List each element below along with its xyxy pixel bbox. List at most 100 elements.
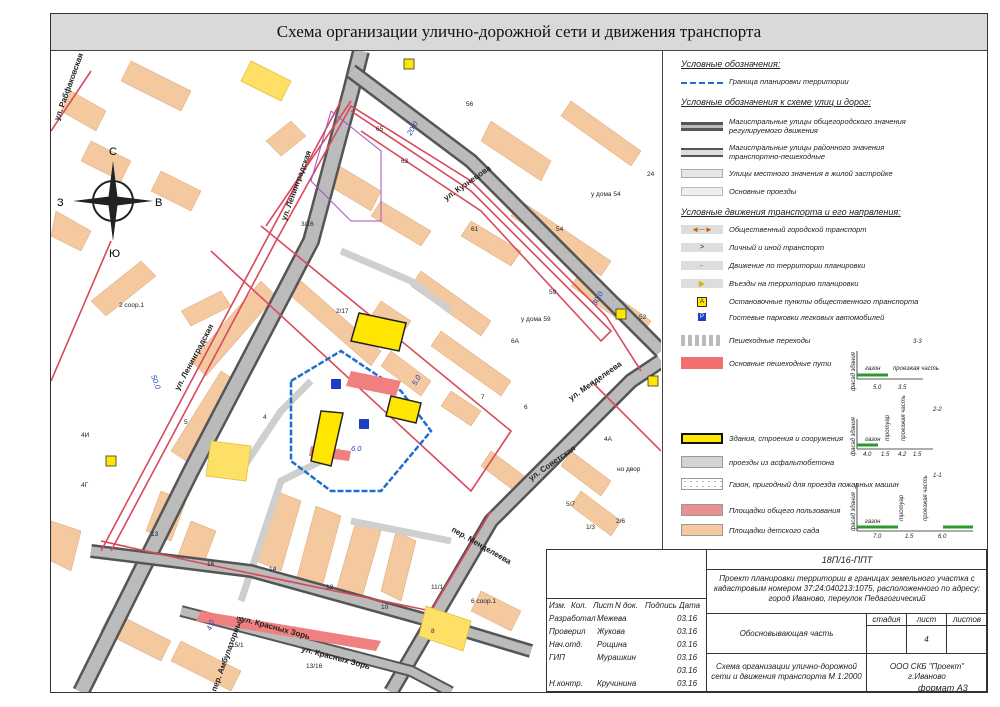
revision-table: Изм. Кол. Лист N док. Подпись Дата Разра… bbox=[547, 550, 707, 693]
parking-icon: Р bbox=[698, 313, 706, 321]
legend-row-driveways: Основные проезды bbox=[681, 187, 929, 196]
section-dim: 1.5 bbox=[881, 452, 890, 458]
legend-text: Движение по территории планировки bbox=[729, 261, 866, 270]
cross-sections: 3-3 фасад здания газон проезжая часть 5.… bbox=[851, 339, 973, 540]
legend-swatch bbox=[681, 504, 723, 516]
house-number: 4А bbox=[604, 436, 613, 443]
paper-format: формат А3 bbox=[918, 683, 968, 693]
section-dim: 1.5 bbox=[913, 452, 922, 458]
document-part: Обосновывающая часть bbox=[707, 614, 867, 654]
section-road: проезжая часть bbox=[923, 475, 929, 521]
section-1-1-label: 1-1 bbox=[933, 473, 942, 479]
entry-triangle-icon: ▶ bbox=[681, 279, 723, 288]
house-number: 4 bbox=[263, 414, 267, 421]
house-number: 6 соор.1 bbox=[471, 598, 496, 605]
section-3-3-label: 3-3 bbox=[913, 339, 922, 345]
divider bbox=[547, 598, 706, 599]
legend-text: Въезды на территорию планировки bbox=[729, 279, 859, 288]
role-cell: Н.контр. bbox=[549, 679, 583, 688]
role-cell: Разработал bbox=[549, 614, 596, 623]
house-number: 1/3 bbox=[586, 524, 595, 531]
house-number: 63 bbox=[401, 158, 409, 165]
section-dim: 5.0 bbox=[873, 385, 882, 391]
legend-swatch: Р bbox=[681, 313, 723, 322]
arrow-left-icon: ← bbox=[681, 261, 723, 270]
compass-west: З bbox=[57, 197, 64, 209]
legend-swatch bbox=[681, 82, 723, 84]
section-dim: 3.5 bbox=[898, 385, 907, 391]
name-cell: Мурашкин bbox=[597, 653, 636, 662]
legend-panel: Условные обозначения: Граница планировки… bbox=[662, 51, 988, 549]
legend-swatch bbox=[681, 524, 723, 536]
date-cell: 03.16 bbox=[677, 614, 698, 623]
legend-swatch bbox=[681, 478, 723, 490]
legend-row-main-city: Магистральные улицы общегородского значе… bbox=[681, 117, 929, 135]
house-number: 8 bbox=[431, 628, 435, 635]
section-dim: 1.5 bbox=[905, 534, 914, 540]
house-number: но двор bbox=[617, 466, 641, 473]
house-number: 6 bbox=[524, 404, 528, 411]
name-cell: Жукова bbox=[597, 627, 625, 636]
role-cell: ГИП bbox=[549, 653, 565, 662]
legend-row-public-transport: ◄─► Общественный городской транспорт bbox=[681, 225, 929, 234]
legend-swatch bbox=[681, 187, 723, 196]
legend-swatch bbox=[681, 357, 723, 369]
title-block: Изм. Кол. Лист N док. Подпись Дата Разра… bbox=[546, 549, 987, 693]
section-lawn: газон bbox=[865, 437, 881, 443]
legend-row-entries: ▶ Въезды на территорию планировки bbox=[681, 279, 929, 288]
date-cell: 03.16 bbox=[677, 666, 698, 675]
section-facade: фасад здания bbox=[851, 491, 857, 531]
hdr-cell: Подпись bbox=[645, 601, 677, 610]
name-cell: Межева bbox=[597, 614, 627, 623]
page-title: Схема организации улично-дорожной сети и… bbox=[51, 14, 987, 51]
date-cell: 03.16 bbox=[677, 640, 698, 649]
arrow-both-icon: ◄─► bbox=[681, 225, 723, 234]
role-cell: Нач.отд. bbox=[549, 640, 583, 649]
house-number: 2/17 bbox=[336, 308, 349, 315]
legend-row-parking: Р Гостевые парковки легковых автомобилей bbox=[681, 313, 929, 322]
section-2-2-label: 2-2 bbox=[932, 407, 942, 413]
house-number: 2 соор.1 bbox=[119, 302, 144, 309]
drawing-name: Схема организации улично-дорожной сети и… bbox=[707, 654, 867, 693]
legend-text: Граница планировки территории bbox=[729, 77, 849, 86]
sheet-value: 4 bbox=[907, 626, 947, 654]
section-sidewalk: тротуар bbox=[885, 414, 891, 441]
sheets-header: листов bbox=[947, 614, 987, 626]
stage-header: стадия bbox=[867, 614, 907, 626]
document-code: 18П/16-ППТ bbox=[707, 550, 987, 570]
house-number: 5/7 bbox=[566, 501, 575, 508]
house-number: 4Г bbox=[81, 482, 89, 489]
section-lawn: газон bbox=[865, 366, 881, 372]
dimension-label: 50.0 bbox=[149, 374, 163, 392]
legend-row-main-district: Магистральные улицы районного значения т… bbox=[681, 143, 929, 161]
house-number: 12 bbox=[326, 584, 334, 591]
house-number: 2/6 bbox=[616, 518, 625, 525]
house-number: у дома 59 bbox=[521, 316, 551, 323]
section-lawn: газон bbox=[865, 519, 881, 525]
section-sidewalk: тротуар bbox=[899, 494, 905, 521]
house-number: 11/1 bbox=[431, 584, 444, 591]
compass-north: С bbox=[109, 146, 117, 158]
stage-value bbox=[867, 626, 907, 654]
section-dim: 4.0 bbox=[863, 452, 872, 458]
legend-row-personal: > Личный и иной транспорт bbox=[681, 243, 929, 252]
section-dim: 6.0 bbox=[938, 534, 947, 540]
legend-text: Личный и иной транспорт bbox=[729, 243, 825, 252]
house-number: 54 bbox=[556, 226, 564, 233]
house-number: 13 bbox=[151, 531, 159, 538]
house-number: 59 bbox=[549, 289, 557, 296]
house-number: 3/16 bbox=[301, 221, 314, 228]
house-number: 13/16 bbox=[306, 663, 323, 670]
legend-swatch bbox=[681, 147, 723, 157]
compass-east: В bbox=[155, 197, 162, 209]
legend-text: Остановочные пункты общественного трансп… bbox=[729, 297, 919, 306]
street-label: ул. Ленинградская bbox=[279, 149, 313, 222]
legend-heading-2: Условные обозначения к схеме улиц и доро… bbox=[681, 97, 871, 107]
house-number: 16 bbox=[207, 561, 215, 568]
hdr-cell: Лист bbox=[593, 601, 614, 610]
legend-swatch bbox=[681, 433, 723, 444]
legend-row-boundary: Граница планировки территории bbox=[681, 77, 929, 86]
hdr-cell: Изм. bbox=[549, 601, 567, 610]
legend-text: Магистральные улицы общегородского значе… bbox=[729, 117, 906, 135]
legend-swatch bbox=[681, 169, 723, 178]
